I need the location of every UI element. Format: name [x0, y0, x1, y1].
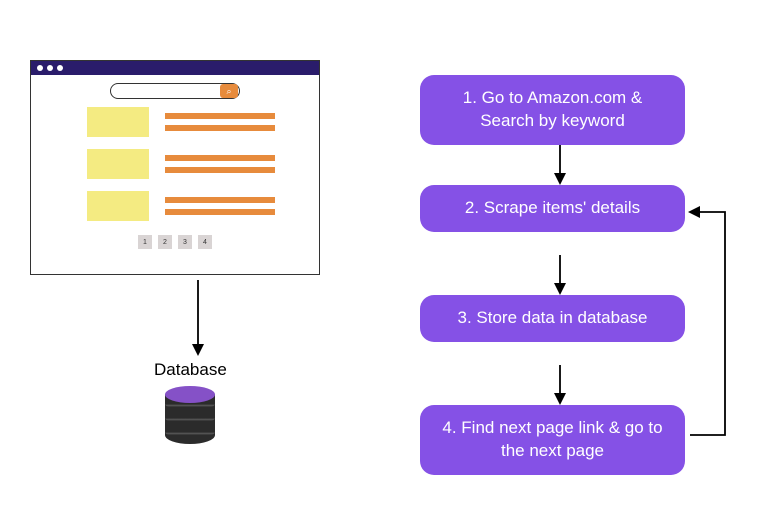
arrow-down-icon	[550, 365, 570, 407]
result-text	[165, 113, 275, 131]
result-thumbnail	[87, 191, 149, 221]
searchbar-row: ⌕	[31, 83, 319, 99]
database-label: Database	[154, 360, 227, 380]
search-button[interactable]: ⌕	[220, 84, 238, 98]
step-3: 3. Store data in database	[420, 295, 685, 342]
arrow-down-icon	[550, 255, 570, 297]
search-input[interactable]: ⌕	[110, 83, 240, 99]
text-line	[165, 167, 275, 173]
page-button[interactable]: 4	[198, 235, 212, 249]
list-item	[87, 107, 319, 137]
result-thumbnail	[87, 149, 149, 179]
text-line	[165, 197, 275, 203]
step-1: 1. Go to Amazon.com & Search by keyword	[420, 75, 685, 145]
page-button[interactable]: 3	[178, 235, 192, 249]
browser-titlebar	[31, 61, 319, 75]
text-line	[165, 125, 275, 131]
arrow-down-icon	[188, 280, 208, 358]
window-dot	[37, 65, 43, 71]
text-line	[165, 209, 275, 215]
text-line	[165, 113, 275, 119]
step-2: 2. Scrape items' details	[420, 185, 685, 232]
pager: 1 2 3 4	[31, 235, 319, 249]
browser-mockup: ⌕ 1 2 3 4	[30, 60, 320, 275]
step-4: 4. Find next page link & go to the next …	[420, 405, 685, 475]
window-dot	[47, 65, 53, 71]
list-item	[87, 149, 319, 179]
window-dot	[57, 65, 63, 71]
page-button[interactable]: 2	[158, 235, 172, 249]
result-thumbnail	[87, 107, 149, 137]
text-line	[165, 155, 275, 161]
result-text	[165, 197, 275, 215]
list-item	[87, 191, 319, 221]
loop-arrow-icon	[680, 200, 740, 450]
result-text	[165, 155, 275, 173]
page-button[interactable]: 1	[138, 235, 152, 249]
database-icon	[165, 386, 215, 444]
search-results	[31, 107, 319, 221]
arrow-down-icon	[550, 145, 570, 187]
search-icon: ⌕	[226, 86, 231, 97]
